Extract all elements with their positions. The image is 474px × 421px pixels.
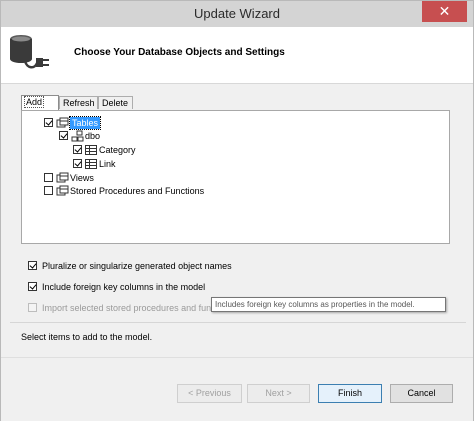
table-icon [85,145,97,155]
link-checkbox[interactable] [73,159,82,168]
views-label: Views [70,173,94,183]
page-heading: Choose Your Database Objects and Setting… [74,47,285,58]
schema-icon [71,130,84,142]
previous-button[interactable]: < Previous [177,384,242,403]
pluralize-checkbox[interactable] [28,261,37,270]
next-button[interactable]: Next > [247,384,310,403]
stored-procedures-folder-icon [56,185,69,196]
foreign-keys-tooltip: Includes foreign key columns as properti… [211,297,446,312]
foreign-keys-label: Include foreign key columns in the model [42,282,206,292]
window-title: Update Wizard [194,6,280,21]
import-procedures-checkbox [28,303,37,312]
database-connection-icon [10,35,49,69]
stored-procedures-checkbox[interactable] [44,186,53,195]
import-procedures-option: Import selected stored procedures and fu… [28,302,218,315]
category-label: Category [99,145,136,155]
link-label: Link [99,159,116,169]
views-folder-icon [56,172,69,183]
dbo-checkbox[interactable] [59,131,68,140]
update-wizard-window: Update Wizard ✕ Choose Your Database Obj… [0,0,474,421]
tree-node-views[interactable]: Views [44,172,144,185]
tree-node-link[interactable]: Link [73,158,173,171]
import-procedures-label: Import selected stored procedures and fu… [42,303,212,313]
tables-checkbox[interactable] [44,118,53,127]
dbo-label: dbo [85,131,101,141]
close-button[interactable]: ✕ [422,1,467,22]
views-checkbox[interactable] [44,173,53,182]
wizard-header: Choose Your Database Objects and Setting… [1,27,473,84]
title-bar[interactable]: Update Wizard ✕ [1,1,473,28]
foreign-keys-option[interactable]: Include foreign key columns in the model [28,281,248,294]
tab-refresh[interactable]: Refresh [59,96,98,109]
tab-delete-label: Delete [102,98,129,108]
tree-node-dbo[interactable]: dbo [59,130,139,143]
status-text: Select items to add to the model. [21,332,153,342]
category-checkbox[interactable] [73,145,82,154]
tree-node-tables[interactable]: Tables [44,116,164,130]
tree-node-category[interactable]: Category [73,144,173,157]
cancel-button[interactable]: Cancel [390,384,453,403]
divider [10,322,466,323]
foreign-keys-checkbox[interactable] [28,282,37,291]
finish-button[interactable]: Finish [318,384,382,403]
tab-add-label: Add [23,96,45,108]
tables-label: Tables [68,116,102,130]
stored-procedures-label: Stored Procedures and Functions [70,186,205,196]
tables-folder-icon [56,117,69,128]
tree-node-stored-procedures[interactable]: Stored Procedures and Functions [44,185,244,198]
table-icon [85,159,97,169]
object-tree[interactable]: Tables dbo Category Link Views Stored Pr… [21,110,450,244]
pluralize-option[interactable]: Pluralize or singularize generated objec… [28,260,288,273]
pluralize-label: Pluralize or singularize generated objec… [42,261,232,271]
tab-add[interactable]: Add [21,95,59,110]
tab-refresh-label: Refresh [63,98,95,108]
tab-delete[interactable]: Delete [98,96,133,109]
